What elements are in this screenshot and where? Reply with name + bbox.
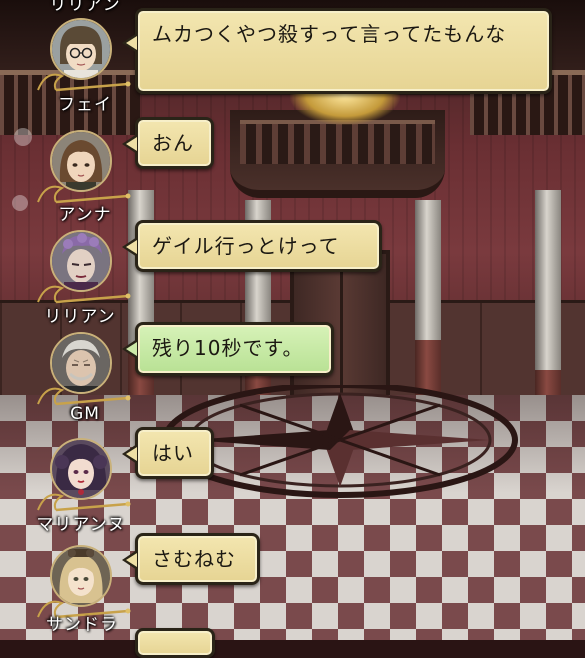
bubble-tail bbox=[122, 444, 137, 464]
character-name: リリアン bbox=[49, 0, 121, 15]
gold-vine-flourish-icon bbox=[37, 493, 131, 512]
gold-vine-flourish-icon bbox=[37, 285, 131, 304]
message-text: さむねむ bbox=[152, 547, 236, 571]
character-name: フェイ bbox=[58, 95, 112, 115]
bubble-tail bbox=[122, 33, 137, 53]
chat-bubble: おん bbox=[122, 117, 214, 169]
character-name: GM bbox=[70, 404, 100, 424]
scroll-indicator-dot bbox=[14, 128, 32, 146]
gold-vine-flourish-icon bbox=[37, 387, 131, 406]
bubble-tail bbox=[122, 339, 137, 359]
bubble-tail bbox=[122, 237, 137, 257]
gold-vine-flourish-icon bbox=[37, 73, 131, 92]
bubble-tail bbox=[122, 134, 137, 154]
message-text: ムカつくやつ殺すって言ってたもんな bbox=[152, 22, 507, 46]
chat-bubble-partial bbox=[135, 628, 215, 658]
chat-bubble: ゲイル行っとけって bbox=[122, 220, 382, 272]
message-text: おん bbox=[152, 131, 194, 155]
character-name: サンドラ bbox=[46, 615, 118, 635]
bubble-tail bbox=[122, 550, 137, 570]
chat-log[interactable]: リリアン フェイ ムカつくやつ殺すって言ってたもんな アンナ おん リリアン ゲ… bbox=[0, 0, 585, 658]
character-name: アンナ bbox=[58, 205, 112, 225]
message-text: 残り10秒です。 bbox=[152, 336, 304, 360]
character-name: リリアン bbox=[44, 307, 116, 327]
character-name: マリアンヌ bbox=[36, 515, 126, 535]
system-message-bubble: 残り10秒です。 bbox=[122, 322, 334, 376]
scroll-indicator-dot bbox=[12, 195, 28, 211]
chat-bubble: ムカつくやつ殺すって言ってたもんな bbox=[122, 8, 552, 94]
chat-bubble: はい bbox=[122, 427, 214, 479]
message-text: はい bbox=[152, 441, 194, 465]
chat-bubble: さむねむ bbox=[122, 533, 260, 585]
message-text: ゲイル行っとけって bbox=[152, 234, 340, 258]
